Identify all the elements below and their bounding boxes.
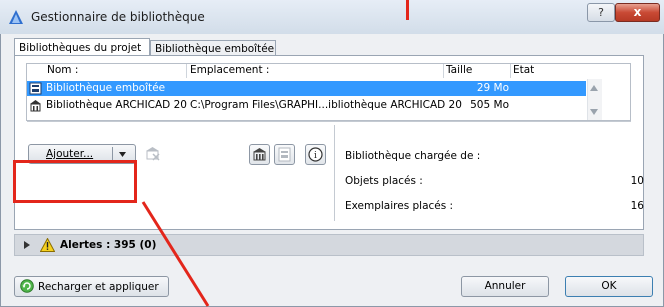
archicad-app-icon xyxy=(9,10,23,24)
library-building-icon xyxy=(253,148,266,161)
window-title: Gestionnaire de bibliothèque xyxy=(31,10,205,24)
column-header-location[interactable]: Emplacement : xyxy=(190,64,269,78)
column-separator xyxy=(186,64,187,78)
column-header-name[interactable]: Nom : xyxy=(47,64,78,78)
scroll-up-arrow-icon[interactable] xyxy=(590,85,598,91)
add-button-label: Ajouter... xyxy=(46,148,94,160)
row-location: C:\Program Files\GRAPHI...ibliothèque AR… xyxy=(190,99,462,111)
cancel-button[interactable]: Annuler xyxy=(461,276,549,297)
row-name: Bibliothèque emboîtée xyxy=(46,82,166,94)
help-button[interactable]: ? xyxy=(587,3,615,22)
placed-instances-value: 16 xyxy=(630,200,644,212)
placed-objects-label: Objets placés : xyxy=(345,175,423,187)
annotation-arrow-top xyxy=(406,0,409,20)
divider xyxy=(334,125,335,221)
expand-triangle-icon[interactable] xyxy=(24,241,30,249)
scroll-down-arrow-icon[interactable] xyxy=(590,109,598,115)
placed-instances-label: Exemplaires placés : xyxy=(345,200,454,212)
ok-button[interactable]: OK xyxy=(565,276,653,297)
loaded-from-label: Bibliothèque chargée de : xyxy=(345,150,481,162)
divider xyxy=(27,121,631,122)
library-building-icon xyxy=(30,100,41,112)
annotation-pointer-line xyxy=(141,201,210,307)
add-button-split xyxy=(112,147,113,161)
tab-embedded-library[interactable]: Bibliothèque emboîtée xyxy=(150,40,276,56)
warning-icon xyxy=(40,238,55,252)
placed-objects-value: 10 xyxy=(630,175,644,187)
row-name: Bibliothèque ARCHICAD 20 xyxy=(46,99,187,111)
svg-text:i: i xyxy=(314,151,317,161)
column-header-state[interactable]: Etat xyxy=(513,64,534,78)
chevron-down-icon[interactable] xyxy=(119,152,126,157)
library-folder-icon xyxy=(29,82,42,95)
info-icon: i xyxy=(308,147,323,162)
row-size: 29 Mo xyxy=(476,82,509,94)
reload-icon xyxy=(20,279,34,293)
library-document-icon xyxy=(278,147,291,162)
remove-library-icon[interactable] xyxy=(144,145,161,162)
column-separator xyxy=(510,64,511,78)
column-separator xyxy=(443,64,444,78)
row-size: 505 Mo xyxy=(470,99,509,111)
close-button[interactable]: x xyxy=(615,3,660,22)
annotation-highlight-box xyxy=(13,160,137,203)
column-header-size[interactable]: Taille xyxy=(446,64,472,78)
